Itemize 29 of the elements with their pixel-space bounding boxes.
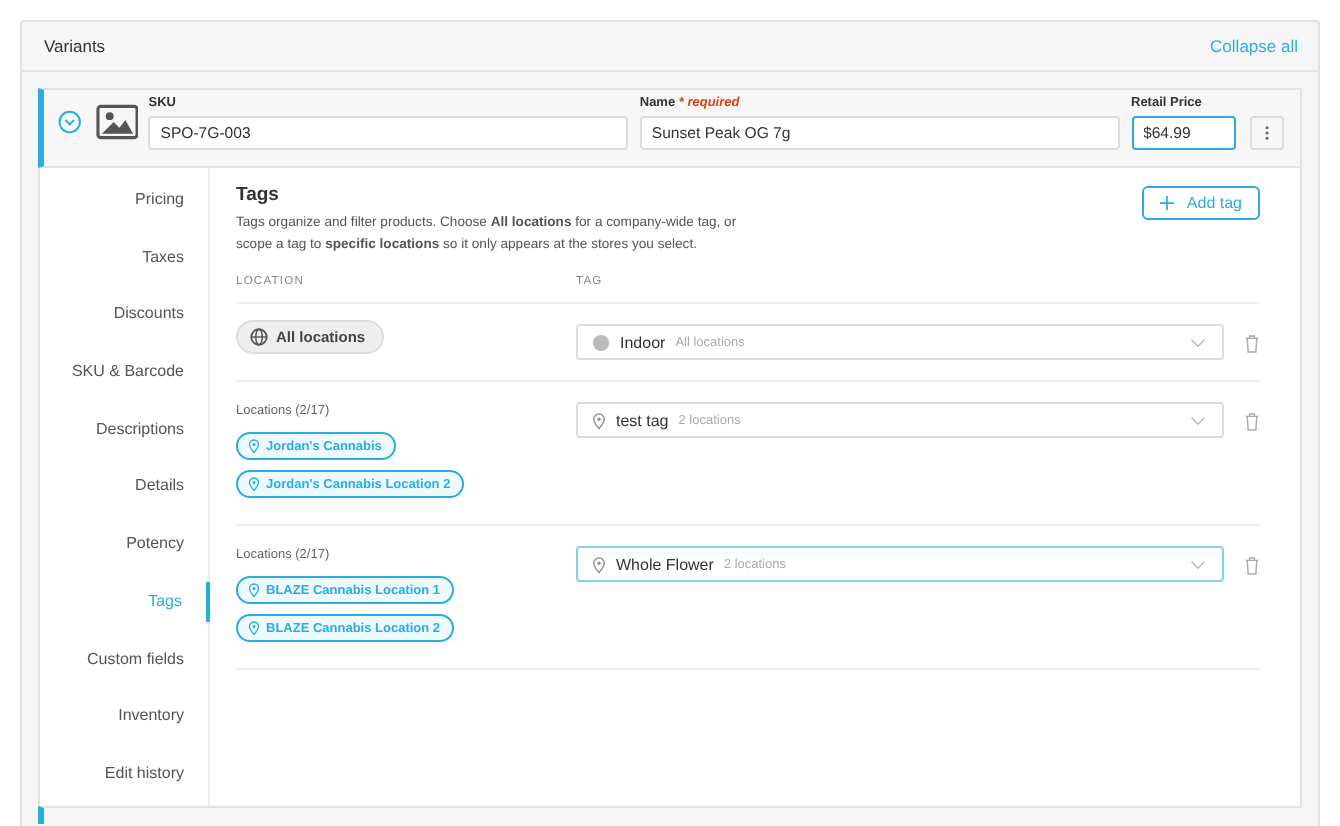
nav-item[interactable]: Descriptions xyxy=(40,409,208,450)
nav-item[interactable]: Potency xyxy=(40,524,208,565)
caret-icon xyxy=(1190,415,1206,425)
pin-icon xyxy=(248,620,260,636)
image-placeholder-icon xyxy=(95,104,139,140)
tags-title: Tags xyxy=(236,184,281,206)
trash-icon[interactable] xyxy=(1244,556,1260,576)
pin-icon xyxy=(592,555,606,573)
chevron-circle-icon[interactable] xyxy=(58,110,82,134)
pin-icon xyxy=(248,476,260,492)
nav-item[interactable]: Custom fields xyxy=(40,639,208,679)
caret-icon xyxy=(1190,559,1206,569)
pin-icon xyxy=(592,411,606,429)
caret-icon xyxy=(1190,337,1206,347)
nav-item[interactable]: Details xyxy=(40,466,208,507)
nav-item[interactable]: Taxes xyxy=(40,237,208,278)
more-button[interactable] xyxy=(1250,116,1284,150)
trash-icon[interactable] xyxy=(1244,412,1260,432)
pin-icon xyxy=(248,582,260,598)
panel-title: Variants xyxy=(44,36,106,56)
nav-item[interactable]: Inventory xyxy=(40,696,208,737)
trash-icon[interactable] xyxy=(1244,334,1260,354)
pin-icon xyxy=(248,438,260,454)
nav-item[interactable]: SKU & Barcode xyxy=(40,352,208,393)
plus-icon xyxy=(1160,196,1175,210)
nav-item[interactable]: Edit history xyxy=(40,753,208,794)
nav-item[interactable]: Discounts xyxy=(40,294,208,335)
more-vertical-icon xyxy=(1264,124,1271,142)
nav-item[interactable]: Pricing xyxy=(40,180,208,220)
